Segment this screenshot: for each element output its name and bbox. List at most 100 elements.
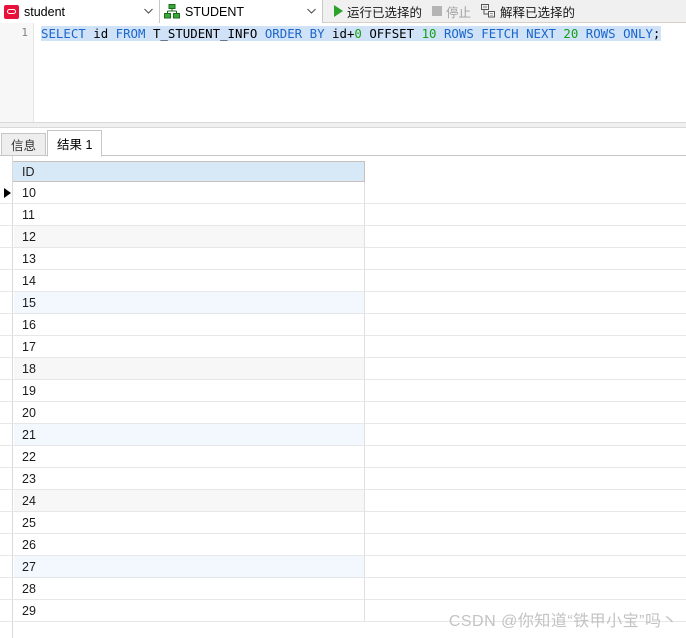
sql-token: 10 [421, 26, 437, 41]
sql-token: ; [652, 26, 661, 41]
cell-id[interactable]: 13 [14, 248, 365, 269]
grid-rows: 10 11 12 13 14 15 16 17 18 19 20 21 22 23 24 25 26 27 28 29 [0, 182, 686, 622]
table-row[interactable]: 10 [0, 182, 686, 204]
sql-token: NEXT [526, 26, 556, 41]
chevron-down-icon[interactable] [141, 7, 156, 16]
sql-token: id [332, 26, 347, 41]
run-selected-button[interactable]: 运行已选择的 [329, 0, 427, 23]
row-handle[interactable] [0, 204, 13, 225]
table-row[interactable]: 20 [0, 402, 686, 424]
table-row[interactable]: 16 [0, 314, 686, 336]
row-handle[interactable] [0, 402, 13, 423]
cell-id[interactable]: 24 [14, 490, 365, 511]
row-handle[interactable] [0, 248, 13, 269]
explain-selected-button[interactable]: 解释已选择的 [476, 0, 580, 23]
table-row[interactable]: 29 [0, 600, 686, 622]
table-row[interactable]: 25 [0, 512, 686, 534]
explain-selected-label: 解释已选择的 [500, 5, 576, 20]
row-handle[interactable] [0, 270, 13, 291]
sql-token: ONLY [623, 26, 653, 41]
result-grid[interactable]: ID 10 11 12 13 14 15 16 17 18 19 20 21 22 23 24 25 26 27 2… [0, 156, 686, 638]
row-handle[interactable] [0, 424, 13, 445]
line-number: 1 [21, 26, 28, 39]
table-row[interactable]: 27 [0, 556, 686, 578]
row-handle[interactable] [0, 512, 13, 533]
table-row[interactable]: 23 [0, 468, 686, 490]
connection-value: student [24, 4, 66, 19]
cell-id[interactable]: 29 [14, 600, 365, 621]
row-handle[interactable] [0, 314, 13, 335]
table-row[interactable]: 14 [0, 270, 686, 292]
schema-dropdown[interactable]: STUDENT [160, 0, 323, 23]
sql-token: BY [309, 26, 325, 41]
cell-id[interactable]: 28 [14, 578, 365, 599]
tab-info[interactable]: 信息 [1, 133, 47, 156]
sql-token: FETCH [481, 26, 519, 41]
table-row[interactable]: 13 [0, 248, 686, 270]
sql-editor[interactable]: 1 SELECT id FROM T_STUDENT_INFO ORDER BY… [0, 23, 686, 122]
chevron-down-icon[interactable] [304, 7, 319, 16]
sql-token: ROWS [443, 26, 474, 41]
cell-id[interactable]: 26 [14, 534, 365, 555]
cell-id[interactable]: 27 [14, 556, 365, 577]
cell-id[interactable]: 11 [14, 204, 365, 225]
row-handle[interactable] [0, 446, 13, 467]
row-handle[interactable] [0, 468, 13, 489]
cell-id[interactable]: 17 [14, 336, 365, 357]
tab-result-label: 结果 1 [57, 138, 93, 152]
row-handle[interactable] [0, 336, 13, 357]
cell-id[interactable]: 10 [14, 182, 365, 203]
table-row[interactable]: 18 [0, 358, 686, 380]
sql-token: id [93, 26, 109, 41]
cell-id[interactable]: 23 [14, 468, 365, 489]
table-row[interactable]: 21 [0, 424, 686, 446]
table-row[interactable]: 26 [0, 534, 686, 556]
table-row[interactable]: 17 [0, 336, 686, 358]
explain-plan-icon [481, 4, 496, 18]
row-handle[interactable] [0, 292, 13, 313]
cell-id[interactable]: 18 [14, 358, 365, 379]
tab-result[interactable]: 结果 1 [47, 130, 103, 157]
row-handle[interactable] [0, 380, 13, 401]
sql-statement-line[interactable]: SELECT id FROM T_STUDENT_INFO ORDER BY i… [41, 26, 662, 41]
row-handle[interactable] [0, 534, 13, 555]
tab-info-label: 信息 [11, 139, 37, 153]
row-handle[interactable] [0, 600, 13, 621]
row-handle[interactable] [0, 490, 13, 511]
cell-id[interactable]: 16 [14, 314, 365, 335]
column-header-id[interactable]: ID [13, 161, 365, 182]
sql-token: 0 [354, 26, 362, 41]
current-row-arrow-icon[interactable] [0, 182, 13, 203]
oracle-connection-icon [4, 4, 19, 19]
table-row[interactable]: 24 [0, 490, 686, 512]
cell-id[interactable]: 25 [14, 512, 365, 533]
row-handle[interactable] [0, 226, 13, 247]
cell-id[interactable]: 21 [14, 424, 365, 445]
table-row[interactable]: 22 [0, 446, 686, 468]
table-row[interactable]: 15 [0, 292, 686, 314]
cell-id[interactable]: 20 [14, 402, 365, 423]
sql-token: T_STUDENT_INFO [152, 26, 258, 41]
sql-token: 20 [563, 26, 579, 41]
cell-id[interactable]: 22 [14, 446, 365, 467]
toolbar: student STUDENT 运行已选择的 停止 解释已选择的 [0, 0, 686, 23]
schema-value: STUDENT [185, 4, 245, 19]
row-handle[interactable] [0, 358, 13, 379]
table-row[interactable]: 12 [0, 226, 686, 248]
cell-id[interactable]: 15 [14, 292, 365, 313]
row-handle[interactable] [0, 578, 13, 599]
table-row[interactable]: 19 [0, 380, 686, 402]
cell-id[interactable]: 14 [14, 270, 365, 291]
cell-id[interactable]: 12 [14, 226, 365, 247]
connection-dropdown[interactable]: student [0, 0, 160, 23]
table-row[interactable]: 11 [0, 204, 686, 226]
cell-id[interactable]: 19 [14, 380, 365, 401]
row-handle[interactable] [0, 556, 13, 577]
table-row[interactable]: 28 [0, 578, 686, 600]
stop-button[interactable]: 停止 [427, 0, 476, 23]
sql-token: SELECT [41, 26, 86, 41]
